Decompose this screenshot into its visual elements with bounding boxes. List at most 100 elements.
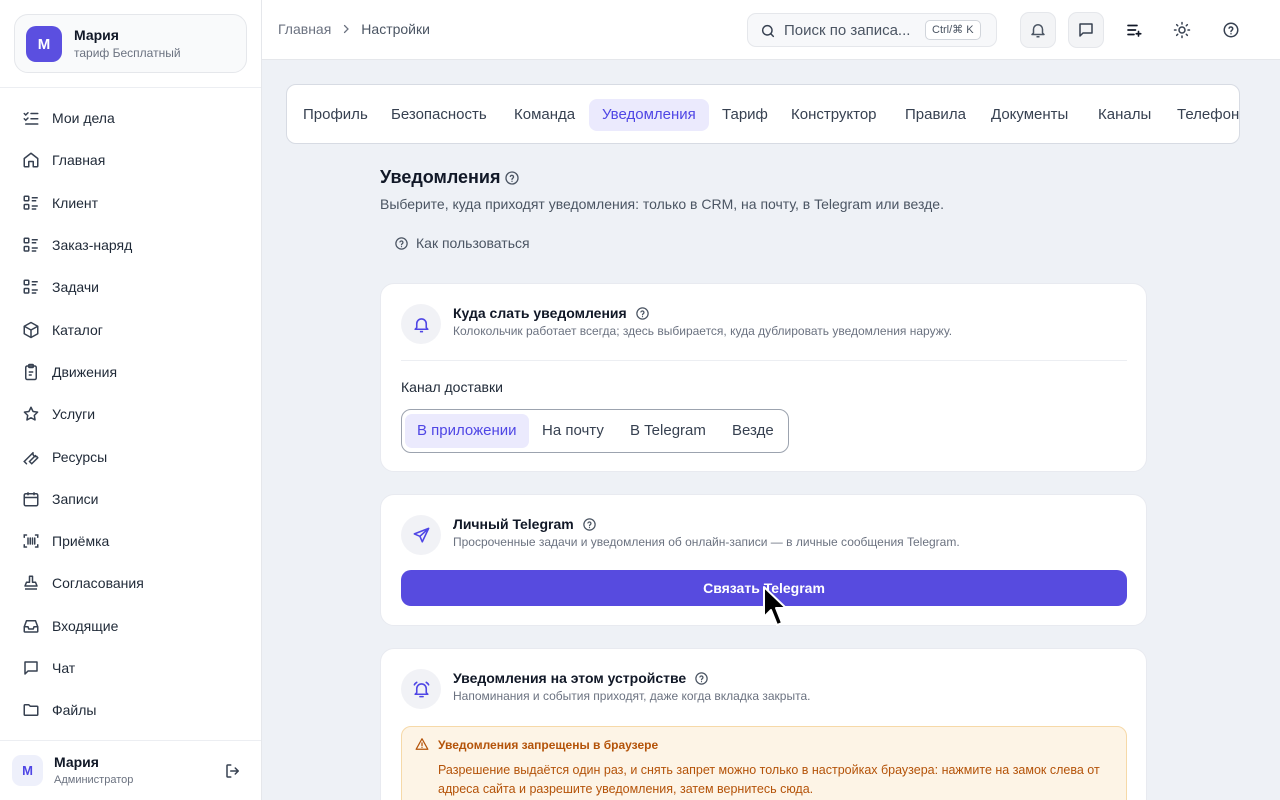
user-role: Администратор: [54, 774, 134, 786]
breadcrumb-home[interactable]: Главная: [278, 21, 331, 37]
theme-toggle-button[interactable]: [1164, 12, 1200, 48]
bell-icon: [1031, 24, 1045, 38]
settings-tabs: Профиль Безопасность Команда Уведомления…: [286, 84, 1240, 144]
tab-builder[interactable]: Конструктор: [778, 99, 890, 131]
wrench-icon: [23, 451, 39, 465]
browser-blocked-alert: Уведомления запрещены в браузере Разреше…: [401, 726, 1127, 800]
tab-telephony[interactable]: Телефония: [1164, 99, 1239, 131]
search-icon: [761, 24, 775, 38]
sidebar-item-movements[interactable]: Движения: [10, 351, 252, 393]
sidebar-item-client[interactable]: Клиент: [10, 182, 252, 224]
page-subtitle: Выберите, куда приходят уведомления: тол…: [380, 196, 944, 212]
topbar: Главная Настройки Поиск по записа... Ctr…: [262, 0, 1280, 60]
tab-plan[interactable]: Тариф: [709, 99, 781, 131]
send-icon: [413, 527, 429, 543]
page-title: Уведомления: [380, 167, 501, 187]
card-description: Напоминания и события приходят, даже ког…: [453, 689, 811, 703]
notifications-button[interactable]: [1020, 12, 1056, 48]
sidebar-item-inbox[interactable]: Входящие: [10, 605, 252, 647]
bell-icon: [413, 317, 429, 332]
sidebar-nav: Мои дела Главная Клиент Заказ-наряд Зада…: [10, 97, 252, 731]
card-title-text: Куда слать уведомления: [453, 305, 627, 321]
help-circle-icon[interactable]: [635, 306, 650, 321]
breadcrumb: Главная Настройки: [278, 21, 430, 37]
alert-title: Уведомления запрещены в браузере: [438, 738, 659, 752]
list-check-icon: [23, 112, 39, 125]
help-circle-icon: [1223, 22, 1239, 38]
help-circle-icon: [395, 236, 408, 250]
list-icon: [23, 237, 38, 252]
calendar-icon: [23, 492, 39, 507]
card-title: Куда слать уведомления: [453, 305, 650, 321]
card-description: Колокольчик работает всегда; здесь выбир…: [453, 324, 953, 338]
sun-icon: [1173, 21, 1191, 39]
card-icon: [401, 304, 441, 344]
channel-option-app[interactable]: В приложении: [405, 414, 529, 448]
sidebar-item-bookings[interactable]: Записи: [10, 478, 252, 520]
sidebar-item-label: Задачи: [52, 279, 100, 296]
device-notifications-card: Уведомления на этом устройстве Напоминан…: [380, 648, 1147, 800]
tab-documents[interactable]: Документы: [978, 99, 1081, 131]
sidebar-item-work-order[interactable]: Заказ-наряд: [10, 224, 252, 266]
box-icon: [23, 321, 39, 338]
search-input[interactable]: Поиск по записа... Ctrl/⌘ K: [747, 13, 997, 47]
sidebar-item-label: Главная: [52, 152, 106, 169]
sidebar-item-my-tasks[interactable]: Мои дела: [10, 97, 252, 139]
channel-label: Канал доставки: [401, 379, 503, 395]
sidebar-item-intake[interactable]: Приёмка: [10, 520, 252, 562]
sidebar-item-approvals[interactable]: Согласования: [10, 562, 252, 604]
sidebar-item-label: Файлы: [52, 702, 97, 719]
task-list-button[interactable]: [1116, 12, 1152, 48]
channel-option-email[interactable]: На почту: [530, 414, 616, 448]
avatar[interactable]: М: [12, 755, 43, 786]
sidebar-item-catalog[interactable]: Каталог: [10, 308, 252, 350]
tab-rules[interactable]: Правила: [892, 99, 979, 131]
chat-icon: [1079, 23, 1093, 37]
card-description: Просроченные задачи и уведомления об онл…: [453, 535, 960, 549]
clipboard-icon: [25, 363, 37, 381]
sidebar-item-tasks[interactable]: Задачи: [10, 266, 252, 308]
sidebar-item-label: Записи: [52, 490, 99, 507]
workspace-plan: тариф Бесплатный: [74, 46, 181, 60]
channel-option-everywhere[interactable]: Везде: [720, 414, 786, 448]
sidebar-item-label: Чат: [52, 660, 76, 676]
help-circle-icon[interactable]: [582, 517, 597, 532]
channel-option-telegram[interactable]: В Telegram: [618, 414, 718, 448]
sidebar-divider: [0, 87, 261, 88]
sidebar-item-label: Ресурсы: [52, 448, 108, 465]
tab-profile[interactable]: Профиль: [290, 99, 381, 131]
card-title: Уведомления на этом устройстве: [453, 670, 709, 686]
sidebar-item-label: Клиент: [52, 194, 99, 211]
bell-ring-icon: [413, 681, 429, 697]
card-icon: [401, 669, 441, 709]
help-circle-icon[interactable]: [694, 671, 709, 686]
sidebar-item-label: Входящие: [52, 617, 119, 634]
alert-text: Разрешение выдаётся один раз, и снять за…: [438, 763, 1100, 796]
stamp-icon: [24, 575, 38, 591]
how-to-use-link[interactable]: Как пользоваться: [394, 235, 530, 251]
scan-icon: [23, 534, 39, 548]
logout-icon[interactable]: [224, 762, 242, 780]
user-name: Мария: [54, 754, 99, 770]
sidebar-item-resources[interactable]: Ресурсы: [10, 435, 252, 477]
sidebar-item-label: Движения: [52, 363, 118, 380]
help-button[interactable]: [1213, 12, 1249, 48]
card-title-text: Уведомления на этом устройстве: [453, 670, 687, 686]
sidebar-item-label: Каталог: [52, 321, 103, 338]
tab-notifications[interactable]: Уведомления: [589, 99, 709, 131]
tab-security[interactable]: Безопасность: [378, 99, 500, 131]
sidebar-item-services[interactable]: Услуги: [10, 393, 252, 435]
user-panel: М Мария Администратор: [0, 740, 261, 800]
inbox-icon: [23, 619, 39, 633]
star-icon: [23, 406, 39, 421]
sidebar-item-home[interactable]: Главная: [10, 139, 252, 181]
tab-team[interactable]: Команда: [501, 99, 588, 131]
messages-button[interactable]: [1068, 12, 1104, 48]
workspace-switcher[interactable]: М Мария тариф Бесплатный: [14, 14, 247, 73]
sidebar-item-files[interactable]: Файлы: [10, 689, 252, 731]
card-title-text: Личный Telegram: [453, 516, 574, 532]
sidebar-item-chat[interactable]: Чат: [10, 647, 252, 689]
help-circle-icon[interactable]: [504, 170, 520, 186]
workspace-avatar: М: [26, 26, 62, 62]
tab-channels[interactable]: Каналы: [1085, 99, 1164, 131]
